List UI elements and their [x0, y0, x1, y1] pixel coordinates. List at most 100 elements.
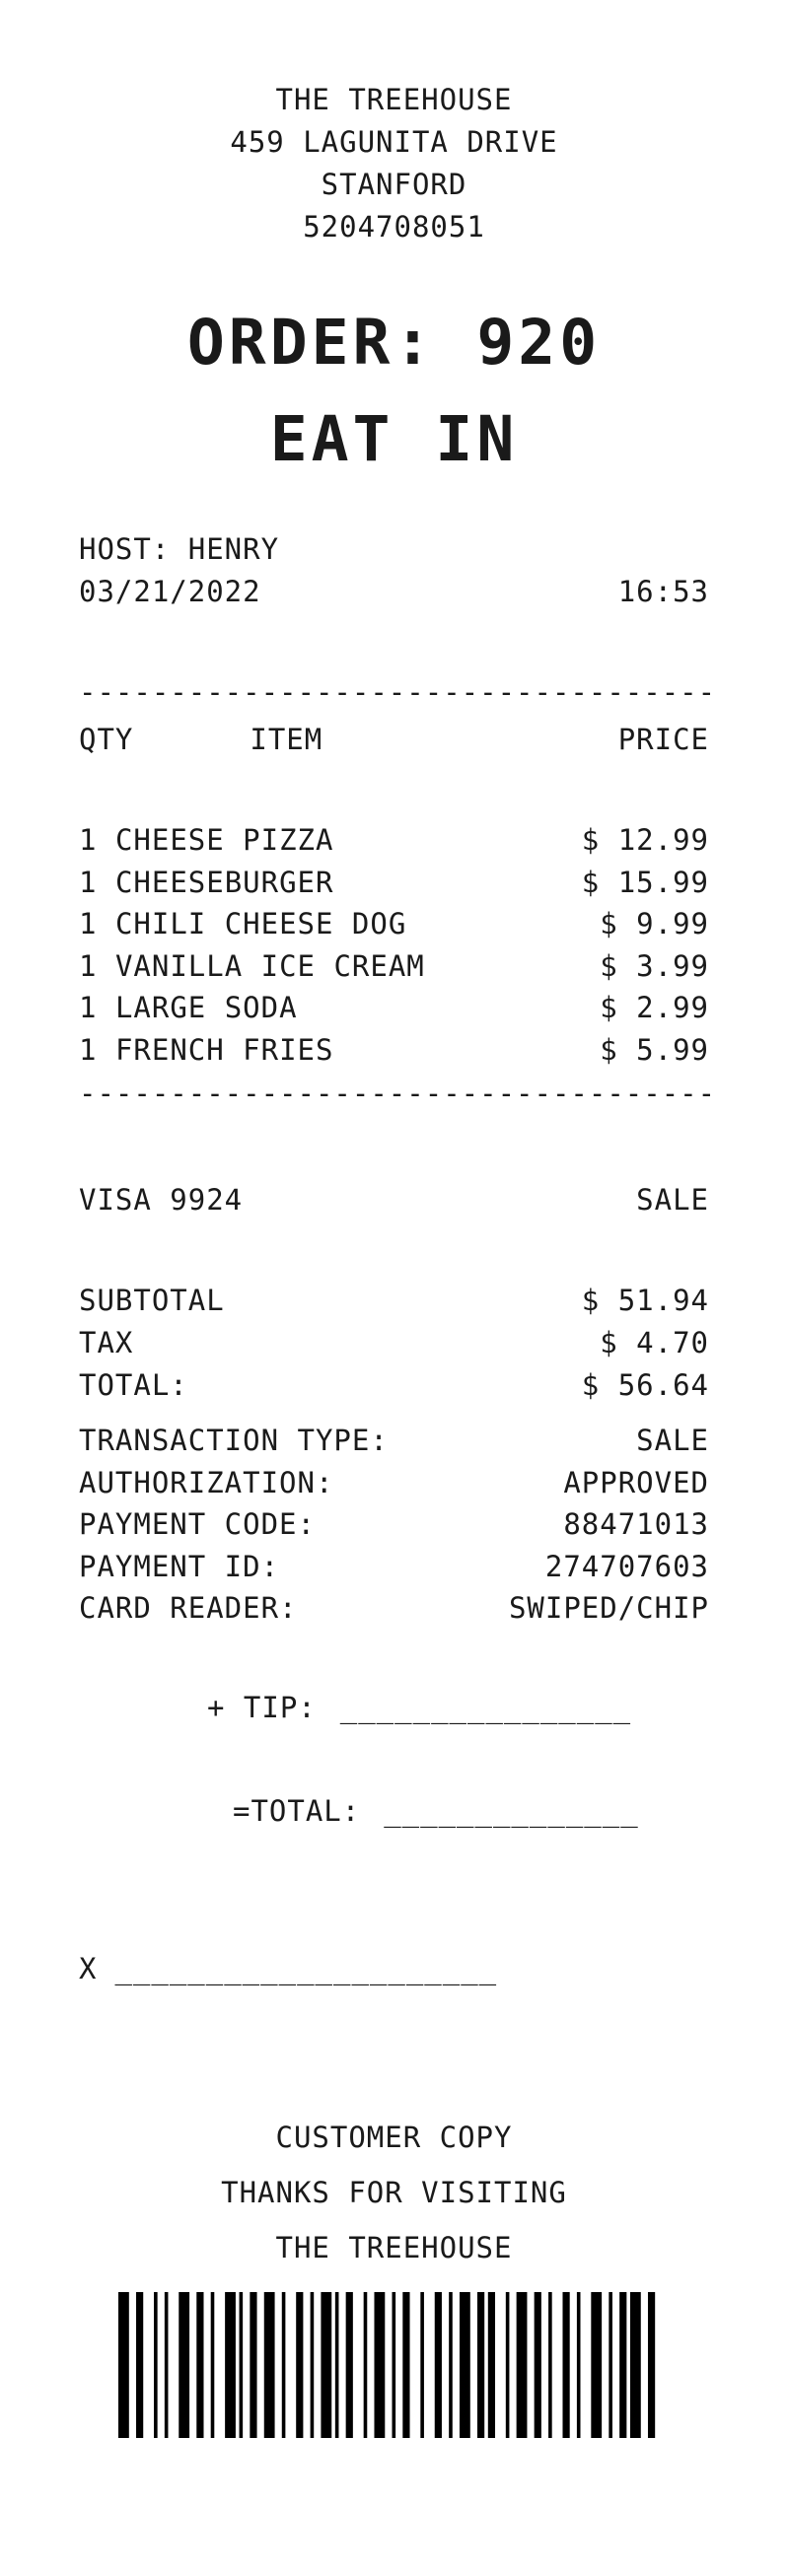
col-price: PRICE [617, 723, 709, 756]
store-name: THE TREEHOUSE [275, 83, 513, 116]
customer-copy: CUSTOMER COPY [275, 2121, 513, 2154]
footer: CUSTOMER COPY THANKS FOR VISITING THE TR… [0, 2110, 788, 2275]
total-value: $ 56.64 [581, 1368, 709, 1402]
item-row: 1 CHILI CHEESE DOG $ 9.99 [79, 907, 709, 949]
transaction-value: 274707603 [544, 1549, 709, 1583]
order-date: 03/21/2022 [79, 575, 261, 608]
transaction-label: CARD READER: [79, 1591, 298, 1625]
footer-store-name: THE TREEHOUSE [275, 2231, 513, 2264]
barcode-bar [534, 2292, 541, 2438]
tip-label: + TIP: [207, 1691, 317, 1724]
barcode-bar [609, 2292, 612, 2438]
transaction-label: AUTHORIZATION: [79, 1465, 334, 1499]
subtotal-value: $ 51.94 [581, 1284, 709, 1317]
barcode-bar [281, 2292, 286, 2438]
barcode-bar [374, 2292, 386, 2438]
thanks-text: THANKS FOR VISITING [221, 2176, 567, 2209]
item-price: $ 3.99 [600, 948, 709, 983]
signature-blank: _____________________ [114, 1952, 498, 1985]
receipt: THE TREEHOUSE 459 LAGUNITA DRIVE STANFOR… [0, 0, 788, 2576]
item-price: $ 2.99 [600, 991, 709, 1024]
grand-total-line: =TOTAL: ______________ [233, 1794, 639, 1828]
barcode-bar [487, 2292, 496, 2438]
payment-row: VISA 9924 SALE [79, 1183, 709, 1217]
transaction-row: CARD READER: SWIPED/CHIP [79, 1591, 709, 1634]
barcode-bar [619, 2292, 627, 2438]
item-qty: 1 [79, 823, 98, 857]
barcode-bar [562, 2292, 570, 2438]
barcode-bar [310, 2292, 315, 2438]
barcode-bar [296, 2292, 304, 2438]
barcode-bar [449, 2292, 453, 2438]
barcode-bar [420, 2292, 424, 2438]
barcode-bar [505, 2292, 510, 2438]
transaction-row: TRANSACTION TYPE: SALE [79, 1424, 709, 1466]
barcode-bar [647, 2292, 656, 2438]
barcode-bar [476, 2292, 485, 2438]
item-name: CHEESEBURGER [114, 865, 334, 899]
item-qty: 1 [79, 991, 98, 1024]
barcode-bar [263, 2292, 275, 2438]
barcode-bar [136, 2292, 144, 2438]
store-phone: 5204708051 [303, 210, 485, 244]
item-row: 1 FRENCH FRIES $ 5.99 [79, 1033, 709, 1076]
store-address: 459 LAGUNITA DRIVE [230, 125, 558, 159]
col-qty: QTY [79, 723, 134, 756]
item-price: $ 9.99 [600, 907, 709, 940]
barcode-bar [154, 2292, 158, 2438]
barcode-bar [210, 2292, 215, 2438]
item-name: VANILLA ICE CREAM [114, 948, 425, 983]
barcode-bar [548, 2292, 552, 2438]
col-item: ITEM [250, 723, 323, 756]
item-list: 1 CHEESE PIZZA $ 12.99 1 CHEESEBURGER $ 15.… [79, 823, 709, 1075]
item-row: 1 VANILLA ICE CREAM $ 3.99 [79, 949, 709, 992]
column-headers: QTY ITEM PRICE [79, 723, 709, 756]
barcode-bar [321, 2292, 332, 2438]
transaction-value: APPROVED [563, 1465, 709, 1499]
totals: SUBTOTAL $ 51.94 TAX $ 4.70 TOTAL: $ 56.… [79, 1284, 709, 1411]
card-info: VISA 9924 [79, 1183, 244, 1217]
barcode-bar [591, 2292, 603, 2438]
barcode-bar [179, 2292, 190, 2438]
divider-bottom: -------------------------------------- [79, 1077, 710, 1110]
transaction-label: TRANSACTION TYPE: [79, 1424, 389, 1457]
grand-total-label: =TOTAL: [233, 1794, 361, 1828]
order-type: EAT IN [269, 403, 519, 475]
grand-total-blank: ______________ [384, 1794, 639, 1828]
item-row: 1 LARGE SODA $ 2.99 [79, 991, 709, 1033]
item-name: CHILI CHEESE DOG [114, 907, 407, 940]
barcode-bar [629, 2292, 641, 2438]
tax-label: TAX [79, 1326, 134, 1359]
barcode-bar [164, 2292, 169, 2438]
transaction-row: PAYMENT CODE: 88471013 [79, 1507, 709, 1550]
item-price: $ 15.99 [581, 865, 709, 899]
transaction-value: SALE [636, 1424, 709, 1457]
transaction-label: PAYMENT ID: [79, 1549, 280, 1583]
barcode-bar [225, 2292, 236, 2438]
item-name: LARGE SODA [114, 991, 298, 1024]
order-time: 16:53 [617, 575, 709, 608]
item-row: 1 CHEESEBURGER $ 15.99 [79, 866, 709, 908]
barcode-bar [196, 2292, 204, 2438]
barcode-bar [363, 2292, 368, 2438]
order-meta: HOST: HENRY 03/21/2022 16:53 [0, 532, 788, 617]
item-qty: 1 [79, 865, 98, 899]
item-price: $ 5.99 [600, 1032, 709, 1067]
item-qty: 1 [79, 948, 98, 983]
signature-line: X _____________________ [79, 1952, 497, 1985]
subtotal-label: SUBTOTAL [79, 1284, 225, 1317]
item-qty: 1 [79, 1032, 98, 1067]
transaction-row: PAYMENT ID: 274707603 [79, 1550, 709, 1592]
barcode-bar [459, 2292, 470, 2438]
transaction-row: AUTHORIZATION: APPROVED [79, 1466, 709, 1508]
divider-top: -------------------------------------- [79, 675, 710, 709]
barcode-bar [434, 2292, 442, 2438]
barcode-bar [118, 2292, 129, 2438]
item-name: FRENCH FRIES [114, 1032, 334, 1067]
barcode-bar [402, 2292, 410, 2438]
transaction-label: PAYMENT CODE: [79, 1507, 316, 1541]
item-qty: 1 [79, 907, 98, 940]
barcode-bar [250, 2292, 257, 2438]
item-price: $ 12.99 [581, 823, 709, 857]
store-city: STANFORD [321, 168, 467, 201]
